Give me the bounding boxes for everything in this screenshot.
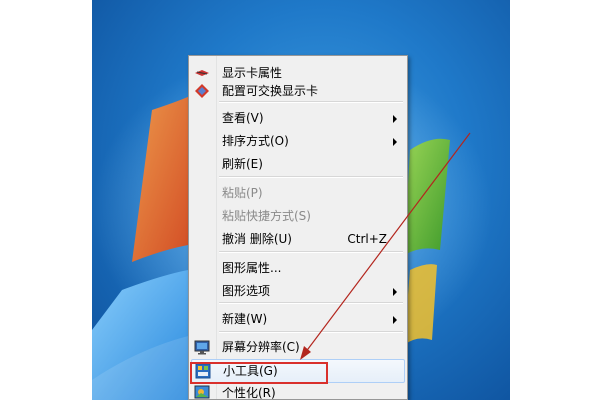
personalize-icon [193,384,211,399]
submenu-arrow-icon [393,288,397,296]
menu-item-5: 粘贴(P) [191,182,405,204]
menu-separator [219,331,403,333]
menu-item-shortcut: Ctrl+Z [347,232,387,246]
menu-item-label: 图形属性... [222,261,282,275]
menu-item-label: 粘贴(P) [222,186,263,200]
menu-item-1[interactable]: 配置可交换显示卡 [191,80,405,102]
menu-item-10[interactable]: 新建(W) [191,308,405,330]
menu-item-4[interactable]: 刷新(E) [191,153,405,175]
menu-item-label: 配置可交换显示卡 [222,84,319,98]
menu-item-label: 新建(W) [222,312,268,326]
submenu-arrow-icon [393,115,397,123]
menu-separator [219,251,403,253]
desktop-context-menu: 显示卡属性 配置可交换显示卡 查看(V) 排序方式(O) 刷新(E) 粘贴(P) 粘贴快捷方… [188,55,408,400]
menu-item-6: 粘贴快捷方式(S) [191,205,405,227]
menu-item-label: 查看(V) [222,111,264,125]
menu-item-9[interactable]: 图形选项 [191,280,405,302]
menu-item-label: 图形选项 [222,284,271,298]
menu-item-13[interactable]: 个性化(R) [191,382,405,400]
menu-separator [219,302,403,304]
submenu-arrow-icon [393,316,397,324]
annotation-highlight-box [190,362,328,384]
menu-item-8[interactable]: 图形属性... [191,257,405,279]
menu-item-label: 撤消 删除(U) [222,232,292,246]
menu-separator [219,176,403,178]
menu-item-7[interactable]: 撤消 删除(U) Ctrl+Z [191,228,405,250]
menu-item-label: 屏幕分辨率(C) [222,340,300,354]
menu-item-label: 个性化(R) [222,386,276,400]
menu-item-11[interactable]: 屏幕分辨率(C) [191,336,405,358]
submenu-arrow-icon [393,138,397,146]
switchable-graphics-icon [193,82,211,100]
menu-item-label: 粘贴快捷方式(S) [222,209,311,223]
menu-item-label: 刷新(E) [222,157,263,171]
menu-item-label: 排序方式(O) [222,134,289,148]
monitor-icon [193,338,211,356]
menu-item-3[interactable]: 排序方式(O) [191,130,405,152]
menu-item-2[interactable]: 查看(V) [191,107,405,129]
